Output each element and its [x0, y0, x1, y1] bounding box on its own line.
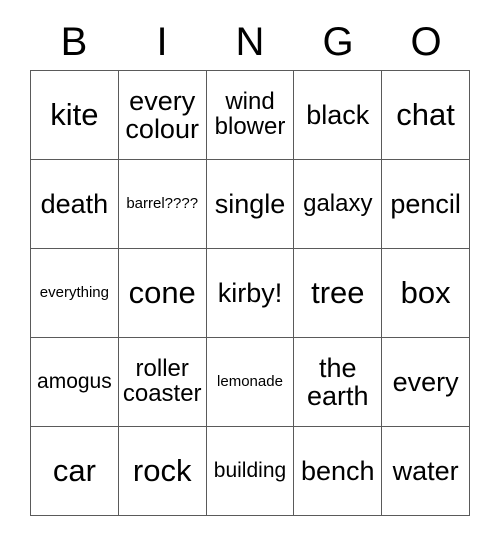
- bingo-cell[interactable]: death: [31, 160, 119, 249]
- bingo-cell[interactable]: kirby!: [206, 249, 295, 338]
- bingo-cell-label: kite: [50, 96, 99, 132]
- bingo-cell[interactable]: rock: [118, 427, 207, 516]
- bingo-cell-label: cone: [128, 274, 196, 310]
- bingo-cell-label: every: [392, 366, 459, 397]
- bingo-cell[interactable]: the earth: [294, 338, 383, 427]
- bingo-cell-label: bench: [301, 455, 375, 486]
- bingo-cell-label: kirby!: [217, 277, 283, 308]
- bingo-cell[interactable]: barrel????: [118, 160, 207, 249]
- bingo-header-row: B I N G O: [30, 18, 470, 66]
- bingo-cell-label: building: [213, 459, 287, 483]
- bingo-header-letter-o: O: [410, 20, 442, 64]
- bingo-cell-label: tree: [311, 274, 365, 310]
- bingo-header-letter-n: N: [235, 20, 265, 64]
- bingo-cell[interactable]: amogus: [31, 338, 119, 427]
- bingo-cell[interactable]: single: [206, 160, 295, 249]
- bingo-cell-label: every colour: [125, 85, 199, 144]
- bingo-cell-label: box: [400, 274, 451, 310]
- bingo-header-letter-b: B: [60, 20, 88, 64]
- bingo-cell[interactable]: car: [31, 427, 119, 516]
- bingo-cell-label: lemonade: [217, 373, 283, 391]
- bingo-cell[interactable]: box: [382, 249, 470, 338]
- bingo-cell-label: death: [40, 188, 109, 219]
- bingo-cell-label: rock: [132, 452, 192, 488]
- bingo-cell[interactable]: everything: [31, 249, 119, 338]
- bingo-cell[interactable]: building: [206, 427, 295, 516]
- bingo-cell-label: everything: [39, 284, 109, 302]
- bingo-cell-label: roller coaster: [122, 355, 202, 407]
- bingo-cell[interactable]: tree: [294, 249, 383, 338]
- bingo-cell[interactable]: lemonade: [206, 338, 295, 427]
- bingo-cell-label: single: [214, 188, 286, 219]
- bingo-cell[interactable]: kite: [31, 71, 119, 160]
- bingo-cell[interactable]: wind blower: [206, 71, 295, 160]
- bingo-header-letter-i: I: [156, 20, 168, 64]
- bingo-cell-label: amogus: [37, 370, 112, 394]
- bingo-cell-label: wind blower: [214, 88, 286, 140]
- bingo-grid: kite every colour wind blower black chat…: [30, 70, 470, 516]
- bingo-cell-label: black: [306, 99, 370, 130]
- bingo-cell[interactable]: cone: [118, 249, 207, 338]
- bingo-cell-label: chat: [396, 96, 455, 132]
- bingo-cell[interactable]: bench: [294, 427, 383, 516]
- bingo-cell[interactable]: every: [382, 338, 470, 427]
- bingo-cell[interactable]: black: [294, 71, 383, 160]
- bingo-card: B I N G O kite every colour wind blower …: [0, 0, 500, 544]
- bingo-cell[interactable]: galaxy: [294, 160, 383, 249]
- bingo-cell-label: water: [392, 455, 459, 486]
- bingo-cell-label: galaxy: [303, 189, 373, 217]
- bingo-header-letter-g: G: [322, 20, 354, 64]
- bingo-cell[interactable]: every colour: [118, 71, 207, 160]
- bingo-cell-label: barrel????: [126, 195, 199, 213]
- bingo-cell-label: pencil: [390, 188, 461, 219]
- bingo-cell[interactable]: chat: [382, 71, 470, 160]
- bingo-cell[interactable]: pencil: [382, 160, 470, 249]
- bingo-cell-label: the earth: [307, 352, 369, 411]
- bingo-cell[interactable]: roller coaster: [118, 338, 207, 427]
- bingo-cell[interactable]: water: [382, 427, 470, 516]
- bingo-cell-label: car: [52, 452, 96, 488]
